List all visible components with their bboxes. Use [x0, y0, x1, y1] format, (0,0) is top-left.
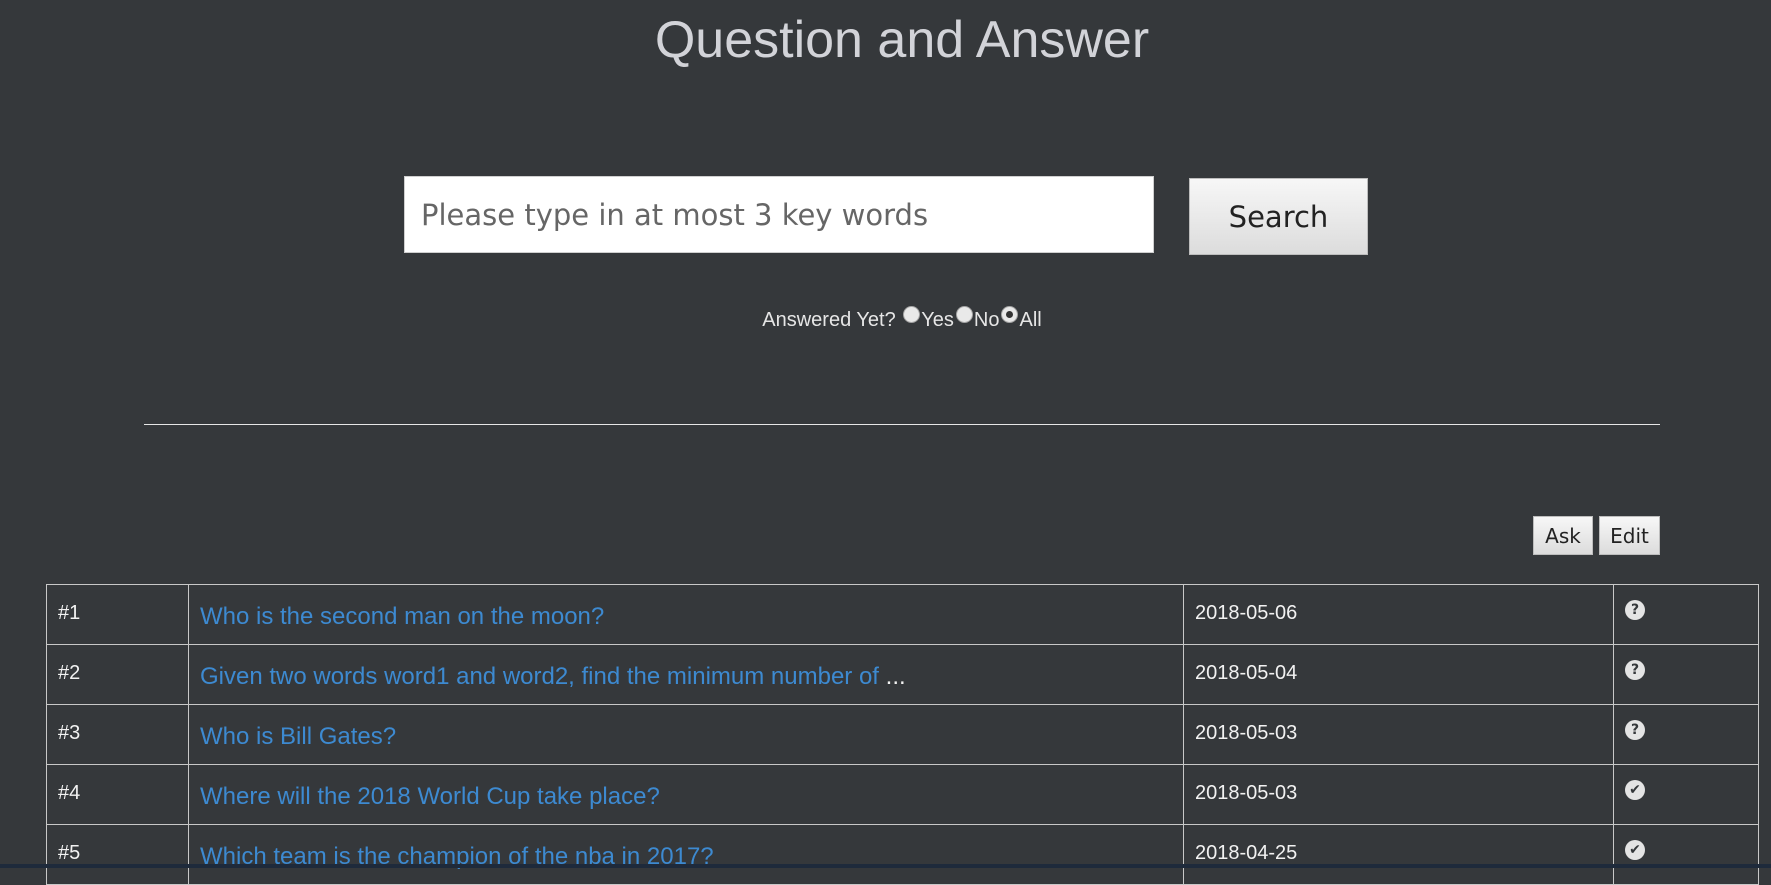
filter-label: Answered Yet? — [762, 309, 896, 331]
question-date: 2018-04-25 — [1183, 824, 1614, 885]
radio-no[interactable] — [955, 306, 973, 323]
question-number: #4 — [46, 764, 189, 825]
question-link[interactable]: Who is the second man on the moon? — [200, 603, 604, 630]
question-number: #2 — [46, 644, 189, 705]
question-link[interactable]: Where will the 2018 World Cup take place… — [200, 783, 660, 810]
question-date: 2018-05-04 — [1183, 644, 1614, 705]
table-row: #2 Given two words word1 and word2, find… — [46, 644, 1759, 705]
radio-all[interactable] — [1001, 306, 1019, 323]
search-button[interactable]: Search — [1189, 178, 1368, 255]
question-circle-icon: ? — [1625, 720, 1645, 740]
table-row: #5 Which team is the champion of the nba… — [46, 824, 1759, 885]
radio-yes-label: Yes — [921, 309, 954, 331]
question-number: #1 — [46, 584, 189, 645]
answered-filter: Answered Yet? Yes No All — [0, 306, 1771, 332]
edit-button[interactable]: Edit — [1599, 516, 1660, 555]
question-link[interactable]: Who is Bill Gates? — [200, 723, 396, 750]
question-link[interactable]: Given two words word1 and word2, find th… — [200, 663, 879, 690]
page-title: Question and Answer — [654, 11, 1150, 69]
question-circle-icon: ? — [1625, 600, 1645, 620]
questions-table: #1 Who is the second man on the moon? 20… — [46, 584, 1759, 885]
radio-yes[interactable] — [903, 306, 921, 323]
table-row: #4 Where will the 2018 World Cup take pl… — [46, 764, 1759, 825]
table-row: #1 Who is the second man on the moon? 20… — [46, 584, 1759, 645]
radio-no-label: No — [973, 309, 1000, 331]
table-row: #3 Who is Bill Gates? 2018-05-03 ? — [46, 704, 1759, 765]
search-input[interactable] — [404, 176, 1154, 253]
question-date: 2018-05-03 — [1183, 704, 1614, 765]
question-number: #3 — [46, 704, 189, 765]
check-circle-icon: ✔ — [1625, 780, 1645, 800]
check-circle-icon: ✔ — [1625, 840, 1645, 860]
question-date: 2018-05-03 — [1183, 764, 1614, 825]
question-number: #5 — [46, 824, 189, 885]
question-date: 2018-05-06 — [1183, 584, 1614, 645]
divider — [144, 424, 1660, 425]
ellipsis: ... — [885, 663, 906, 690]
window-bottom-edge — [0, 864, 1771, 868]
radio-all-label: All — [1019, 309, 1042, 331]
question-circle-icon: ? — [1625, 660, 1645, 680]
ask-button[interactable]: Ask — [1533, 516, 1593, 555]
